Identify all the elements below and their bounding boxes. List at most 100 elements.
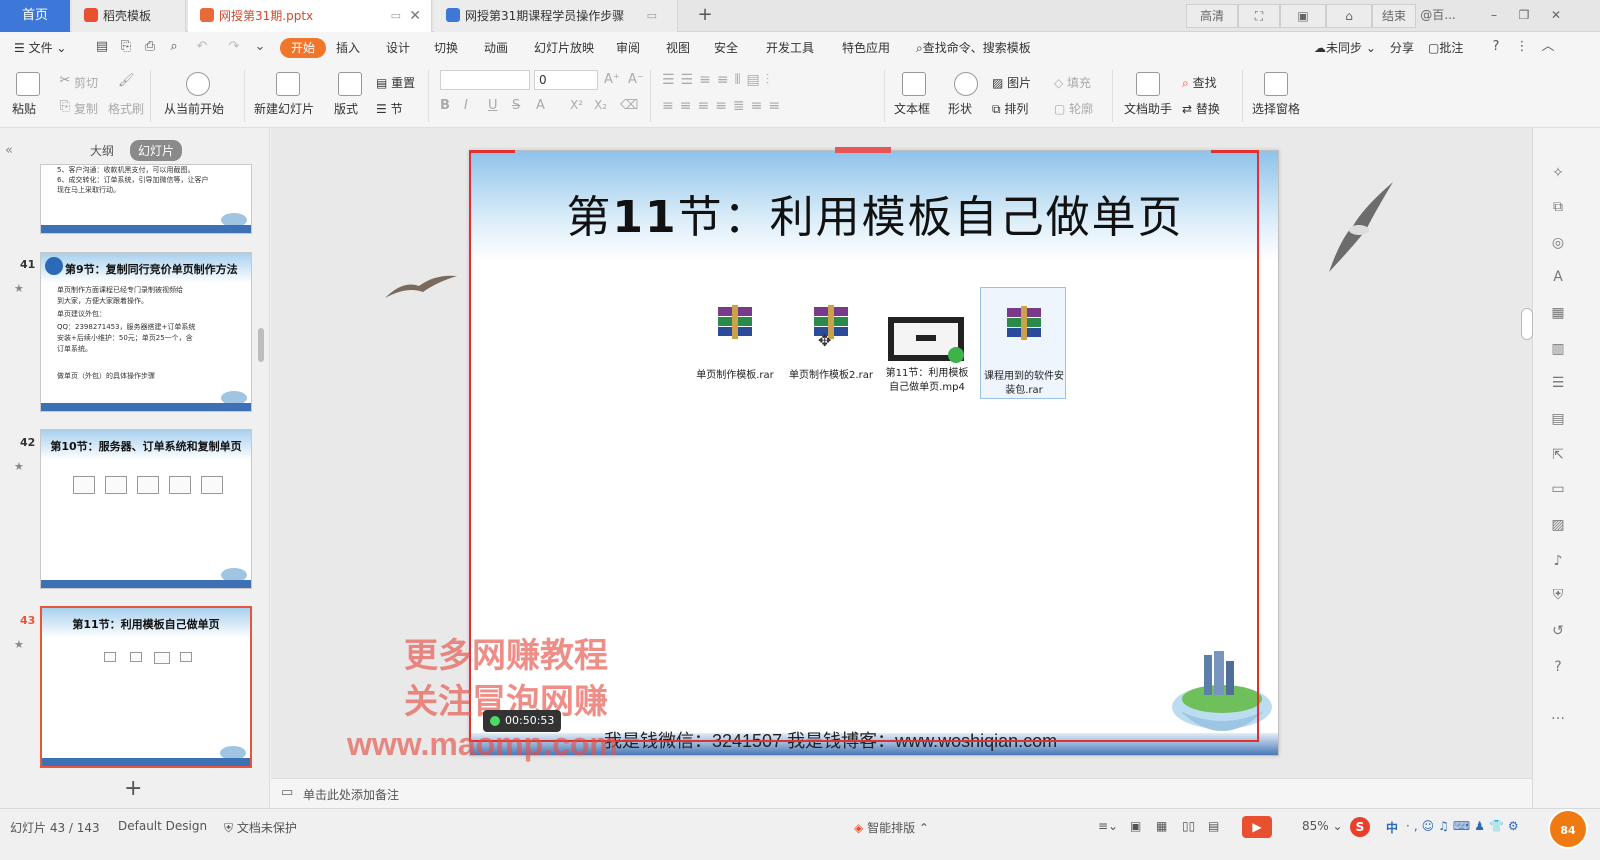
slide-thumbnail-43[interactable]: 第11节：利用模板自己做单页: [40, 606, 252, 768]
grid-icon[interactable]: ▦: [1549, 304, 1567, 322]
window-icon[interactable]: ▣: [1280, 4, 1326, 28]
tab-pptx[interactable]: 网授第31期.pptx ▭ ✕: [188, 0, 432, 32]
new-tab-button[interactable]: +: [690, 0, 720, 32]
underline-icon[interactable]: U: [488, 98, 498, 113]
layout-button[interactable]: 版式: [334, 100, 358, 117]
strikethrough-icon[interactable]: S: [512, 98, 520, 113]
doc-assistant-button[interactable]: 文档助手: [1124, 100, 1172, 117]
sogou-ime-icon[interactable]: S: [1350, 817, 1370, 837]
recording-frame-handle[interactable]: [835, 147, 891, 153]
help-circle-icon[interactable]: ?: [1549, 658, 1567, 676]
ime-toolbar-icons[interactable]: ·,☺♫⌨♟👕⚙: [1406, 819, 1523, 833]
hd-button[interactable]: 高清: [1186, 4, 1238, 28]
shape-button[interactable]: 形状: [948, 100, 972, 117]
menu-review[interactable]: 审阅: [616, 39, 640, 56]
normal-view-icon[interactable]: ▣: [1130, 819, 1141, 833]
canvas-scrollbar[interactable]: [1521, 308, 1533, 340]
home-icon[interactable]: ⌂: [1326, 4, 1372, 28]
menu-view[interactable]: 视图: [666, 39, 690, 56]
menu-developer[interactable]: 开发工具: [766, 39, 814, 56]
presenter-view-icon[interactable]: ▤: [1208, 819, 1219, 833]
collapse-panel-icon[interactable]: «: [5, 143, 13, 158]
image-icon[interactable]: ▨: [1549, 516, 1567, 534]
more-icon[interactable]: ⋮: [1514, 39, 1530, 55]
restore-icon[interactable]: ❐: [1512, 0, 1536, 32]
reading-view-icon[interactable]: ▯▯: [1182, 819, 1195, 833]
quick-access-dropdown-icon[interactable]: ⌄: [252, 39, 268, 55]
menu-transition[interactable]: 切换: [434, 39, 458, 56]
more-dots-icon[interactable]: …: [1549, 706, 1567, 724]
tab-word-doc[interactable]: 网授第31期课程学员操作步骤 ▭: [434, 0, 678, 32]
cut-button[interactable]: 剪切: [74, 74, 98, 91]
notification-badge[interactable]: 84: [1548, 809, 1588, 849]
tab-docer-templates[interactable]: 稻壳模板: [72, 0, 186, 32]
tab-home[interactable]: 首页: [0, 0, 70, 32]
play-slideshow-button[interactable]: ▶: [1242, 816, 1272, 838]
collapse-ribbon-icon[interactable]: ︿: [1540, 39, 1556, 55]
protect-status[interactable]: ⛨ 文档未保护: [224, 819, 297, 836]
panel-scrollbar[interactable]: [258, 328, 264, 362]
add-slide-button[interactable]: +: [124, 776, 142, 801]
subscript-icon[interactable]: X₂: [594, 98, 607, 112]
selection-pane-button[interactable]: 选择窗格: [1252, 100, 1300, 117]
notes-view-icon[interactable]: ≡⌄: [1098, 819, 1118, 833]
comment-button[interactable]: ▢批注: [1428, 39, 1463, 56]
end-button[interactable]: 结束: [1372, 4, 1416, 28]
sync-status[interactable]: ☁未同步 ⌄: [1314, 39, 1376, 56]
superscript-icon[interactable]: X²: [570, 98, 583, 112]
save-icon[interactable]: ▤: [94, 39, 110, 55]
font-name-input[interactable]: [440, 70, 530, 90]
settings-sliders-icon[interactable]: ☰: [1549, 374, 1567, 392]
clear-format-icon[interactable]: ⌫: [620, 98, 638, 113]
chart-icon[interactable]: ▥: [1549, 340, 1567, 358]
copy-style-icon[interactable]: ⧉: [1549, 198, 1567, 216]
slide-thumbnail-42[interactable]: 第10节：服务器、订单系统和复制单页: [40, 429, 252, 589]
archive-icon[interactable]: ▭: [1549, 480, 1567, 498]
align-icons[interactable]: ≡≡≡≡≣≡≡: [662, 98, 786, 114]
tab-slides[interactable]: 幻灯片: [130, 140, 183, 161]
arrange-button[interactable]: ⧉ 排列: [992, 100, 1028, 117]
user-account[interactable]: @百...: [1416, 0, 1460, 32]
find-button[interactable]: ⌕ 查找: [1182, 74, 1217, 91]
font-color-icon[interactable]: A: [536, 98, 545, 113]
outline-button[interactable]: ▢ 轮廓: [1054, 100, 1093, 117]
share-icon[interactable]: ⇱: [1549, 446, 1567, 464]
ime-language[interactable]: 中: [1386, 819, 1398, 836]
new-slide-button[interactable]: 新建幻灯片: [254, 100, 314, 117]
format-painter-button[interactable]: 格式刷: [108, 100, 144, 117]
shapes-icon[interactable]: ◎: [1549, 234, 1567, 252]
fill-button[interactable]: ◇ 填充: [1054, 74, 1091, 91]
preview-icon[interactable]: ⌕: [166, 39, 182, 55]
shield-icon[interactable]: ⛨: [1549, 586, 1567, 604]
magic-icon[interactable]: ✧: [1549, 164, 1567, 182]
help-icon[interactable]: ?: [1488, 39, 1504, 55]
export-icon[interactable]: ⎘: [118, 39, 134, 55]
menu-special[interactable]: 特色应用: [842, 39, 890, 56]
notes-bar[interactable]: ▭ 单击此处添加备注: [271, 778, 1532, 808]
from-current-button[interactable]: 从当前开始: [164, 100, 224, 117]
zoom-level[interactable]: 85% ⌄: [1302, 819, 1343, 833]
command-search[interactable]: ⌕查找命令、搜索模板: [916, 39, 1031, 56]
smart-layout-button[interactable]: ◈ 智能排版 ⌃: [854, 819, 929, 836]
monitor-icon[interactable]: ▭: [647, 0, 657, 32]
list-format-icons[interactable]: ☰☰≡≡⫴▤⫶: [662, 72, 775, 88]
menu-security[interactable]: 安全: [714, 39, 738, 56]
redo-icon[interactable]: ↷: [226, 39, 242, 55]
slide-thumbnail-41[interactable]: 第9节：复制同行竞价单页制作方法 单页制作方面课程已经专门录制被视频给 到大家，…: [40, 252, 252, 412]
history-icon[interactable]: ↺: [1549, 622, 1567, 640]
undo-icon[interactable]: ↶: [194, 39, 210, 55]
slide-thumbnail-40[interactable]: 5、客户沟通：收款机黑支付，可以用截图。 6、成交转化：订单系统，引导加微信等，…: [40, 164, 252, 234]
audio-icon[interactable]: ♪: [1549, 552, 1567, 570]
menu-insert[interactable]: 插入: [336, 39, 360, 56]
menu-design[interactable]: 设计: [386, 39, 410, 56]
design-name[interactable]: Default Design: [118, 819, 207, 833]
replace-button[interactable]: ⇄ 替换: [1182, 100, 1220, 117]
notes-placeholder[interactable]: 单击此处添加备注: [303, 786, 399, 803]
section-button[interactable]: ☰ 节: [376, 100, 403, 117]
text-style-icon[interactable]: A: [1549, 268, 1567, 286]
font-size-input[interactable]: 0: [534, 70, 598, 90]
close-tab-icon[interactable]: ✕: [409, 0, 421, 32]
template-icon[interactable]: ▤: [1549, 410, 1567, 428]
paste-button[interactable]: 粘贴: [12, 100, 36, 117]
shrink-font-icon[interactable]: A⁻: [628, 72, 644, 87]
